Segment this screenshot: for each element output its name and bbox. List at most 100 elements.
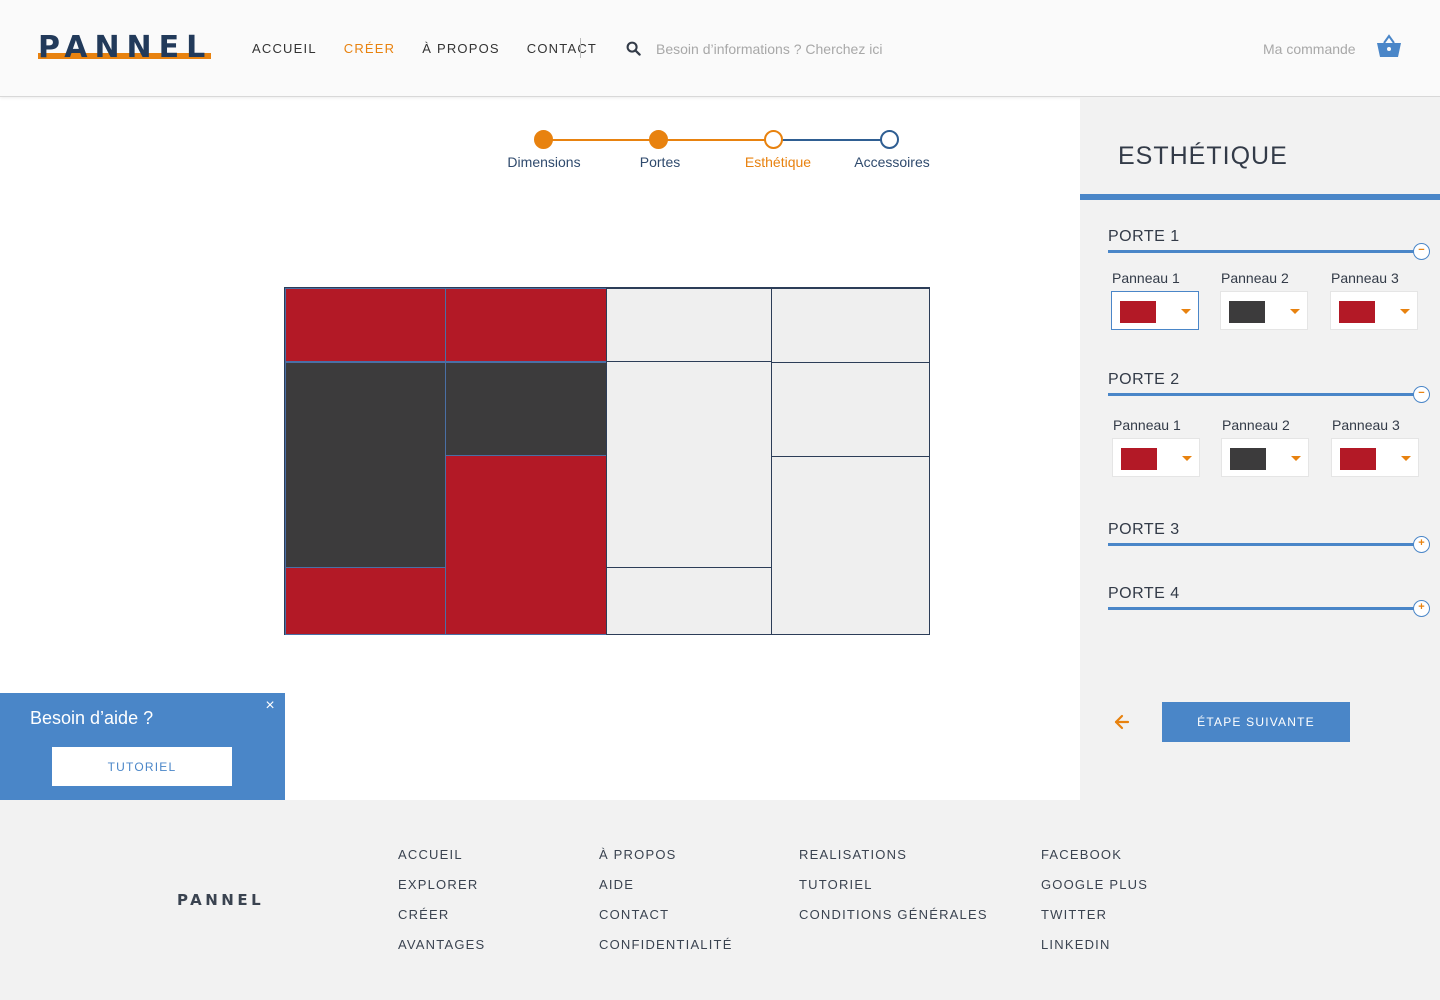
panneau-option: Panneau 1 (1112, 417, 1200, 477)
porte-2-underline (1108, 393, 1414, 396)
footer-link-facebook[interactable]: FACEBOOK (1041, 847, 1148, 877)
step-label-dimensions[interactable]: Dimensions (507, 154, 580, 170)
color-select[interactable] (1221, 438, 1309, 477)
porte-1-title[interactable]: PORTE 1 (1108, 228, 1430, 246)
logo[interactable]: PANNEL (38, 33, 212, 63)
panneau-option: Panneau 2 (1220, 270, 1308, 330)
porte-4-title[interactable]: PORTE 4 (1108, 585, 1430, 603)
door4-panel1[interactable] (771, 288, 930, 363)
panneau-option: Panneau 3 (1330, 270, 1418, 330)
porte-3-underline (1108, 543, 1414, 546)
porte-2-title[interactable]: PORTE 2 (1108, 371, 1430, 389)
color-swatch (1121, 448, 1157, 470)
footer-link-conditions[interactable]: CONDITIONS GÉNÉRALES (799, 907, 988, 937)
step-dot-accessoires[interactable] (880, 130, 899, 149)
step-connector (660, 139, 776, 141)
help-box: Besoin d’aide ? × TUTORIEL (0, 693, 285, 800)
footer-link-avantages[interactable]: AVANTAGES (398, 937, 485, 967)
color-select[interactable] (1220, 291, 1308, 330)
nav-creer[interactable]: CRÉER (344, 41, 396, 56)
color-swatch (1120, 301, 1156, 323)
porte-2-section: PORTE 2 − Panneau 1 Panneau 2 Panneau 3 (1108, 371, 1430, 477)
search-icon[interactable] (626, 41, 641, 56)
step-label-portes[interactable]: Portes (640, 154, 680, 170)
footer-column: ACCUEIL EXPLORER CRÉER AVANTAGES (398, 847, 485, 967)
footer-link-realisations[interactable]: REALISATIONS (799, 847, 988, 877)
color-select[interactable] (1111, 291, 1199, 330)
help-title: Besoin d’aide ? (30, 708, 154, 728)
footer-link-confidentialite[interactable]: CONFIDENTIALITÉ (599, 937, 733, 967)
footer-link-google-plus[interactable]: GOOGLE PLUS (1041, 877, 1148, 907)
color-swatch (1230, 448, 1266, 470)
footer-link-aide[interactable]: AIDE (599, 877, 733, 907)
door2-panel2[interactable] (445, 362, 607, 456)
footer-link-linkedin[interactable]: LINKEDIN (1041, 937, 1148, 967)
porte-2-panneaux: Panneau 1 Panneau 2 Panneau 3 (1108, 417, 1430, 487)
door3-panel1[interactable] (606, 288, 772, 362)
caret-down-icon (1290, 309, 1300, 314)
aesthetics-sidebar: ESTHÉTIQUE PORTE 1 − Panneau 1 Panneau 2 (1080, 97, 1440, 800)
caret-down-icon (1400, 309, 1410, 314)
caret-down-icon (1291, 456, 1301, 461)
basket-icon[interactable] (1376, 34, 1402, 58)
cart-label[interactable]: Ma commande (1263, 41, 1356, 57)
wardrobe-preview (284, 287, 930, 635)
search-input[interactable] (656, 38, 1076, 60)
door2-panel1[interactable] (445, 288, 607, 362)
door2-panel3[interactable] (445, 455, 607, 635)
expand-icon[interactable]: + (1413, 600, 1430, 617)
footer-column: REALISATIONS TUTORIEL CONDITIONS GÉNÉRAL… (799, 847, 988, 937)
caret-down-icon (1181, 309, 1191, 314)
color-select[interactable] (1331, 438, 1419, 477)
footer-link-contact[interactable]: CONTACT (599, 907, 733, 937)
caret-down-icon (1182, 456, 1192, 461)
collapse-icon[interactable]: − (1413, 243, 1430, 260)
porte-1-section: PORTE 1 − Panneau 1 Panneau 2 Panneau 3 (1108, 228, 1430, 330)
footer-link-creer[interactable]: CRÉER (398, 907, 485, 937)
color-swatch (1229, 301, 1265, 323)
footer-link-tutoriel[interactable]: TUTORIEL (799, 877, 988, 907)
panneau-label: Panneau 3 (1331, 270, 1399, 286)
door3-panel3[interactable] (606, 567, 772, 635)
step-dot-portes[interactable] (649, 130, 668, 149)
close-icon[interactable]: × (262, 698, 278, 714)
color-select[interactable] (1330, 291, 1418, 330)
nav-a-propos[interactable]: À PROPOS (422, 41, 500, 56)
step-label-esthetique[interactable]: Esthétique (745, 154, 811, 170)
site-header: PANNEL ACCUEIL CRÉER À PROPOS CONTACT Ma… (0, 0, 1440, 97)
porte-3-title[interactable]: PORTE 3 (1108, 521, 1430, 539)
footer-link-accueil[interactable]: ACCUEIL (398, 847, 485, 877)
nav-divider (580, 38, 581, 58)
footer-link-a-propos[interactable]: À PROPOS (599, 847, 733, 877)
color-select[interactable] (1112, 438, 1200, 477)
door4-panel2[interactable] (771, 362, 930, 457)
step-dot-dimensions[interactable] (534, 130, 553, 149)
next-step-button[interactable]: ÉTAPE SUIVANTE (1162, 702, 1350, 742)
door4-panel3[interactable] (771, 456, 930, 635)
door1-panel3[interactable] (285, 567, 446, 635)
footer-column: FACEBOOK GOOGLE PLUS TWITTER LINKEDIN (1041, 847, 1148, 967)
progress-stepper: Dimensions Portes Esthétique Accessoires (480, 128, 960, 178)
door1-panel1[interactable] (285, 288, 446, 362)
tutorial-button[interactable]: TUTORIEL (52, 747, 232, 786)
footer-logo[interactable]: PANNEL (177, 891, 264, 909)
collapse-icon[interactable]: − (1413, 386, 1430, 403)
footer-link-twitter[interactable]: TWITTER (1041, 907, 1148, 937)
expand-icon[interactable]: + (1413, 536, 1430, 553)
footer-column: À PROPOS AIDE CONTACT CONFIDENTIALITÉ (599, 847, 733, 967)
site-footer: PANNEL ACCUEIL EXPLORER CRÉER AVANTAGES … (0, 800, 1440, 1000)
nav-accueil[interactable]: ACCUEIL (252, 41, 317, 56)
sidebar-title-underline (1080, 194, 1440, 200)
door3-panel2[interactable] (606, 361, 772, 568)
porte-3-section: PORTE 3 + (1108, 521, 1430, 553)
door1-panel2[interactable] (285, 362, 446, 568)
porte-4-section: PORTE 4 + (1108, 585, 1430, 617)
caret-down-icon (1401, 456, 1411, 461)
footer-link-explorer[interactable]: EXPLORER (398, 877, 485, 907)
arrow-left-icon[interactable] (1114, 714, 1130, 730)
step-label-accessoires[interactable]: Accessoires (854, 154, 929, 170)
step-connector (776, 139, 892, 141)
nav-contact[interactable]: CONTACT (527, 41, 597, 56)
panneau-label: Panneau 1 (1113, 417, 1181, 433)
step-dot-esthetique[interactable] (764, 130, 783, 149)
